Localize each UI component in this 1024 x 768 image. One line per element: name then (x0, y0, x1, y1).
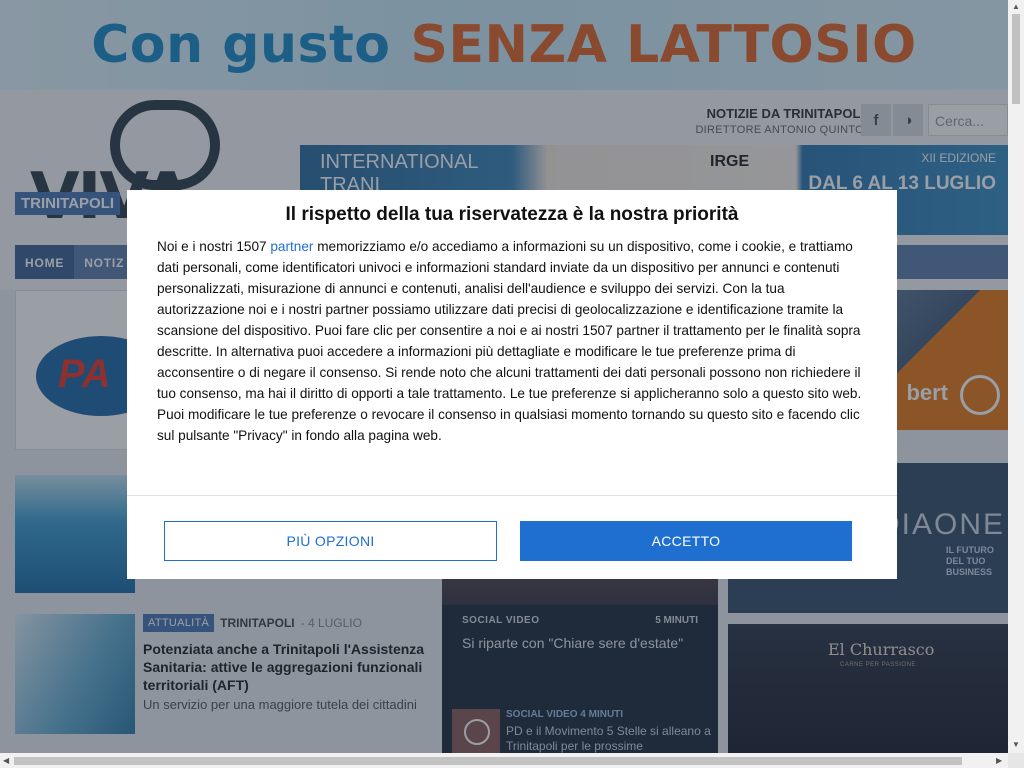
scroll-up-icon[interactable]: ▲ (1012, 2, 1020, 11)
consent-title: Il rispetto della tua riservatezza è la … (285, 204, 739, 225)
scroll-left-icon[interactable]: ◀ (3, 756, 9, 765)
partner-link[interactable]: partner (270, 239, 313, 254)
vertical-scrollbar[interactable]: ▲ ▼ (1008, 0, 1024, 753)
horizontal-scrollbar[interactable]: ◀ ▶ (0, 753, 1008, 768)
consent-body: Noi e i nostri 1507 partner memorizziamo… (157, 236, 869, 446)
scrollbar-corner (1008, 753, 1024, 768)
accept-button[interactable]: ACCETTO (520, 521, 852, 561)
consent-dialog: Il rispetto della tua riservatezza è la … (127, 190, 897, 579)
consent-divider (127, 495, 897, 496)
scroll-right-icon[interactable]: ▶ (996, 756, 1002, 765)
more-options-button[interactable]: PIÙ OPZIONI (164, 521, 497, 561)
horizontal-scroll-thumb[interactable] (14, 757, 962, 765)
consent-body-prefix: Noi e i nostri 1507 (157, 239, 271, 254)
vertical-scroll-thumb[interactable] (1012, 14, 1020, 104)
consent-body-text: memorizziamo e/o accediamo a informazion… (157, 239, 862, 443)
scroll-down-icon[interactable]: ▼ (1012, 740, 1020, 749)
